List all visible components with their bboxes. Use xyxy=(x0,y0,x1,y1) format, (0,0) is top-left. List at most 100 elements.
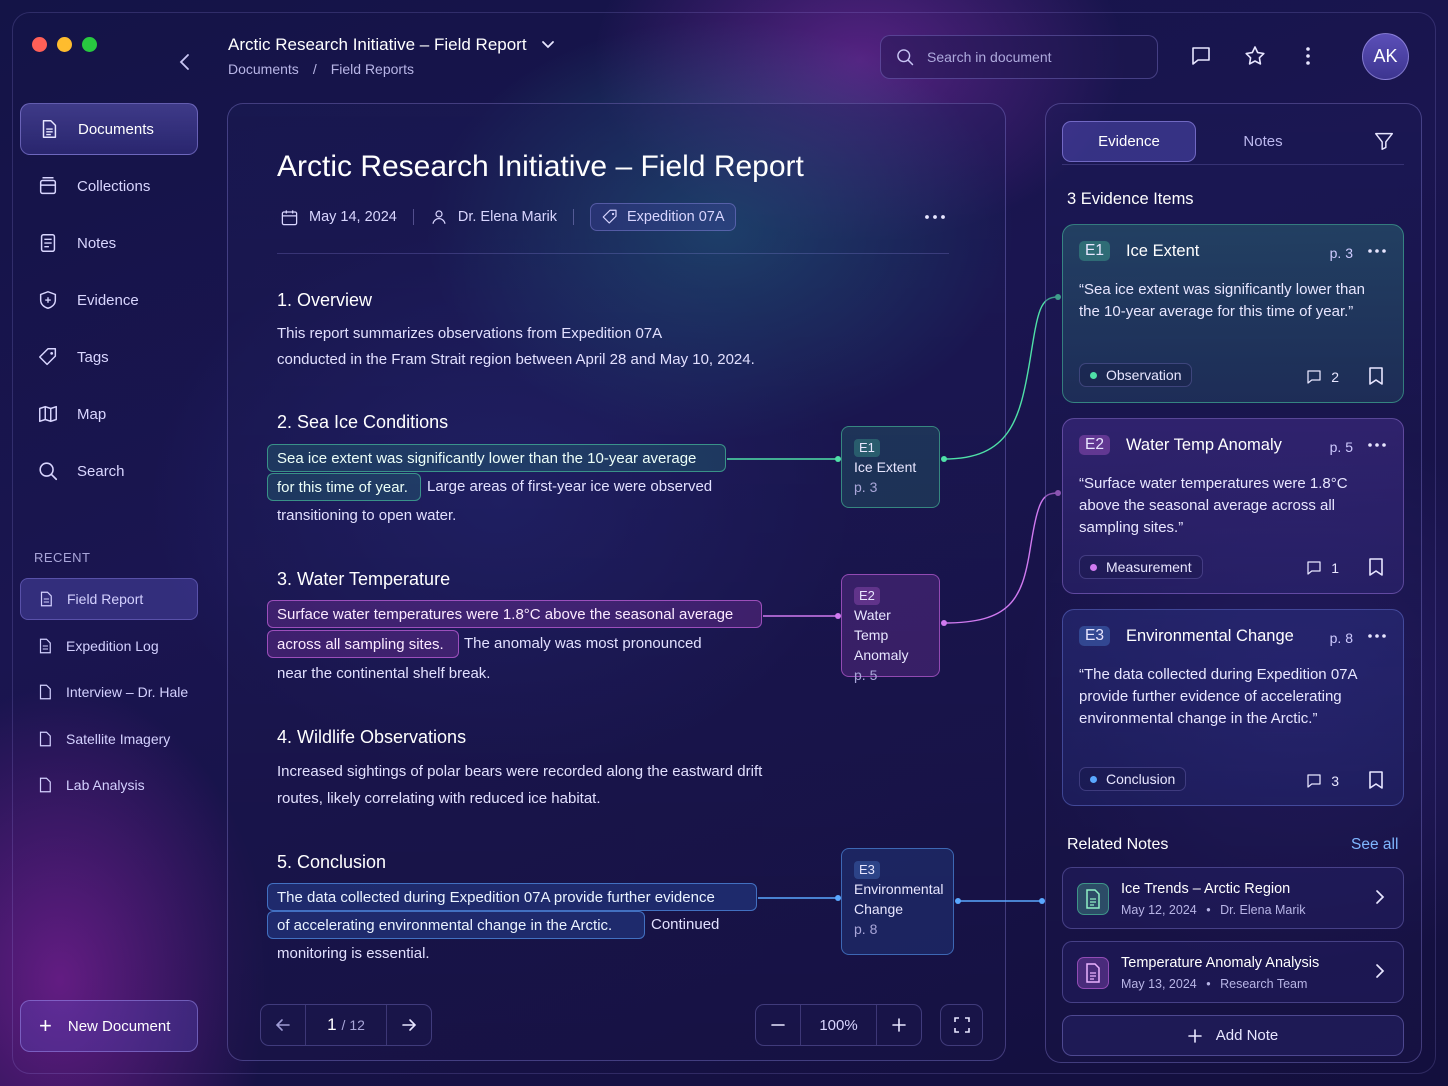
sidebar-item-collections[interactable]: Collections xyxy=(20,160,198,212)
current-page: 1 xyxy=(327,1015,337,1034)
recent-item-satellite-imagery[interactable]: Satellite Imagery xyxy=(20,718,198,760)
meta-tag[interactable]: Expedition 07A xyxy=(590,203,736,231)
plus-icon: + xyxy=(39,1013,52,1038)
comments-count[interactable]: 3 xyxy=(1305,772,1339,790)
recent-item-field-report[interactable]: Field Report xyxy=(20,578,198,620)
sidebar-item-tags[interactable]: Tags xyxy=(20,331,198,383)
star-icon xyxy=(1245,46,1265,65)
add-note-button[interactable]: Add Note xyxy=(1062,1015,1404,1056)
maximize-window-button[interactable] xyxy=(82,37,97,52)
comments-count[interactable]: 2 xyxy=(1305,368,1339,386)
evidence-title: Water Temp Anomaly xyxy=(1125,435,1282,454)
card-more-button[interactable] xyxy=(1367,433,1387,454)
document-meta: May 14, 2024 Dr. Elena Marik Expedition … xyxy=(280,203,736,231)
new-document-button[interactable]: + New Document xyxy=(20,1000,198,1052)
tag-icon xyxy=(36,345,60,369)
recent-item-expedition-log[interactable]: Expedition Log xyxy=(20,625,198,667)
sidebar-item-notes[interactable]: Notes xyxy=(20,217,198,269)
section-title-conclusion: 5. Conclusion xyxy=(277,852,387,872)
sidebar-item-map[interactable]: Map xyxy=(20,388,198,440)
paragraph-line: near the continental shelf break. xyxy=(277,665,491,682)
evidence-code: E3 xyxy=(1079,626,1110,646)
highlight-e2[interactable]: across all sampling sites. xyxy=(267,630,459,658)
note-document-icon xyxy=(1077,883,1109,915)
favorite-button[interactable] xyxy=(1243,44,1269,70)
page-indicator: 1 / 12 xyxy=(305,1005,387,1045)
sidebar-item-label: Map xyxy=(77,405,107,423)
evidence-page: p. 8 xyxy=(1329,630,1353,646)
collapse-sidebar-button[interactable] xyxy=(178,52,196,72)
minimize-window-button[interactable] xyxy=(57,37,72,52)
bookmark-icon xyxy=(1369,558,1383,576)
evidence-tag-page: p. 8 xyxy=(854,921,878,937)
highlight-e2[interactable]: Surface water temperatures were 1.8°C ab… xyxy=(267,600,762,628)
card-more-button[interactable] xyxy=(1367,239,1387,260)
related-note-item[interactable]: Ice Trends – Arctic Region May 12, 2024 … xyxy=(1062,867,1404,929)
see-all-link[interactable]: See all xyxy=(1351,836,1398,854)
evidence-tag-label: Anomaly xyxy=(854,647,909,663)
evidence-quote: “The data collected during Expedition 07… xyxy=(1079,666,1357,727)
category-dot xyxy=(1090,563,1097,571)
recent-item-interview[interactable]: Interview – Dr. Hale xyxy=(20,671,198,713)
inline-evidence-tag-e3[interactable]: E3 Environmental Change p. 8 xyxy=(841,848,954,955)
comments-button[interactable] xyxy=(1189,44,1215,70)
previous-page-button[interactable] xyxy=(261,1005,305,1045)
paragraph-line: The anomaly was most pronounced xyxy=(464,635,702,652)
inline-evidence-tag-e2[interactable]: E2 Water Temp Anomaly p. 5 xyxy=(841,574,940,683)
document-title-dropdown[interactable]: Arctic Research Initiative – Field Repor… xyxy=(228,35,555,55)
highlight-e1[interactable]: for this time of year. xyxy=(267,473,421,501)
category-chip[interactable]: Measurement xyxy=(1079,555,1203,579)
meta-date-text: May 14, 2024 xyxy=(309,209,397,225)
note-title: Temperature Anomaly Analysis xyxy=(1121,955,1320,971)
comment-icon xyxy=(1192,47,1210,65)
highlight-e3[interactable]: of accelerating environmental change in … xyxy=(267,911,645,939)
sidebar-item-documents[interactable]: Documents xyxy=(20,103,198,155)
paragraph-line: routes, likely correlating with reduced … xyxy=(277,790,601,807)
category-chip[interactable]: Conclusion xyxy=(1079,767,1187,791)
evidence-card-e2[interactable]: E2 Water Temp Anomaly p. 5 “Surface wate… xyxy=(1062,418,1404,594)
bookmark-button[interactable] xyxy=(1367,366,1385,386)
card-more-button[interactable] xyxy=(1367,624,1387,645)
comments-count[interactable]: 1 xyxy=(1305,559,1339,577)
related-note-item[interactable]: Temperature Anomaly Analysis May 13, 202… xyxy=(1062,941,1404,1003)
more-options-button[interactable] xyxy=(1296,44,1322,70)
filter-button[interactable] xyxy=(1373,130,1397,154)
arrow-right-icon xyxy=(402,1019,417,1031)
highlight-e3[interactable]: The data collected during Expedition 07A… xyxy=(267,883,757,911)
recent-documents-list: Field Report Expedition Log Interview – … xyxy=(20,578,198,811)
zoom-out-button[interactable] xyxy=(756,1005,800,1045)
tab-evidence[interactable]: Evidence xyxy=(1062,121,1196,162)
recent-item-label: Interview – Dr. Hale xyxy=(66,684,189,700)
category-dot xyxy=(1090,371,1097,379)
bookmark-button[interactable] xyxy=(1367,770,1385,790)
inline-evidence-tag-e1[interactable]: E1 Ice Extent p. 3 xyxy=(841,426,940,508)
next-page-button[interactable] xyxy=(387,1005,431,1045)
evidence-title: Ice Extent xyxy=(1125,241,1200,260)
close-window-button[interactable] xyxy=(32,37,47,52)
breadcrumb-field-reports[interactable]: Field Reports xyxy=(331,61,414,77)
sidebar-item-evidence[interactable]: Evidence xyxy=(20,274,198,326)
evidence-card-e1[interactable]: E1 Ice Extent p. 3 “Sea ice extent was s… xyxy=(1062,224,1404,403)
app-window: Documents Collections Notes Evidence Tag… xyxy=(0,0,1448,1086)
breadcrumb-documents[interactable]: Documents xyxy=(228,61,299,77)
paragraph-line: This report summarizes observations from… xyxy=(277,325,663,342)
chevron-down-icon xyxy=(541,41,554,49)
paragraph-line: Large areas of first-year ice were obser… xyxy=(427,478,713,495)
evidence-card-e3[interactable]: E3 Environmental Change p. 8 “The data c… xyxy=(1062,609,1404,806)
tab-notes[interactable]: Notes xyxy=(1196,121,1330,162)
note-meta-separator: • xyxy=(1206,977,1211,991)
comments-number: 2 xyxy=(1331,369,1339,385)
document-more-button[interactable] xyxy=(924,205,946,228)
evidence-tag-label: Change xyxy=(854,901,904,917)
search-input[interactable] xyxy=(927,49,1147,65)
sidebar-item-search[interactable]: Search xyxy=(20,445,198,497)
zoom-in-button[interactable] xyxy=(877,1005,921,1045)
highlight-e1[interactable]: Sea ice extent was significantly lower t… xyxy=(267,444,726,472)
note-meta: May 12, 2024 • Dr. Elena Marik xyxy=(1121,903,1306,917)
avatar[interactable]: AK xyxy=(1362,33,1409,80)
evidence-page: p. 5 xyxy=(1329,439,1353,455)
category-chip[interactable]: Observation xyxy=(1079,363,1193,387)
recent-item-lab-analysis[interactable]: Lab Analysis xyxy=(20,764,198,806)
fullscreen-button[interactable] xyxy=(940,1004,983,1046)
bookmark-button[interactable] xyxy=(1367,557,1385,577)
